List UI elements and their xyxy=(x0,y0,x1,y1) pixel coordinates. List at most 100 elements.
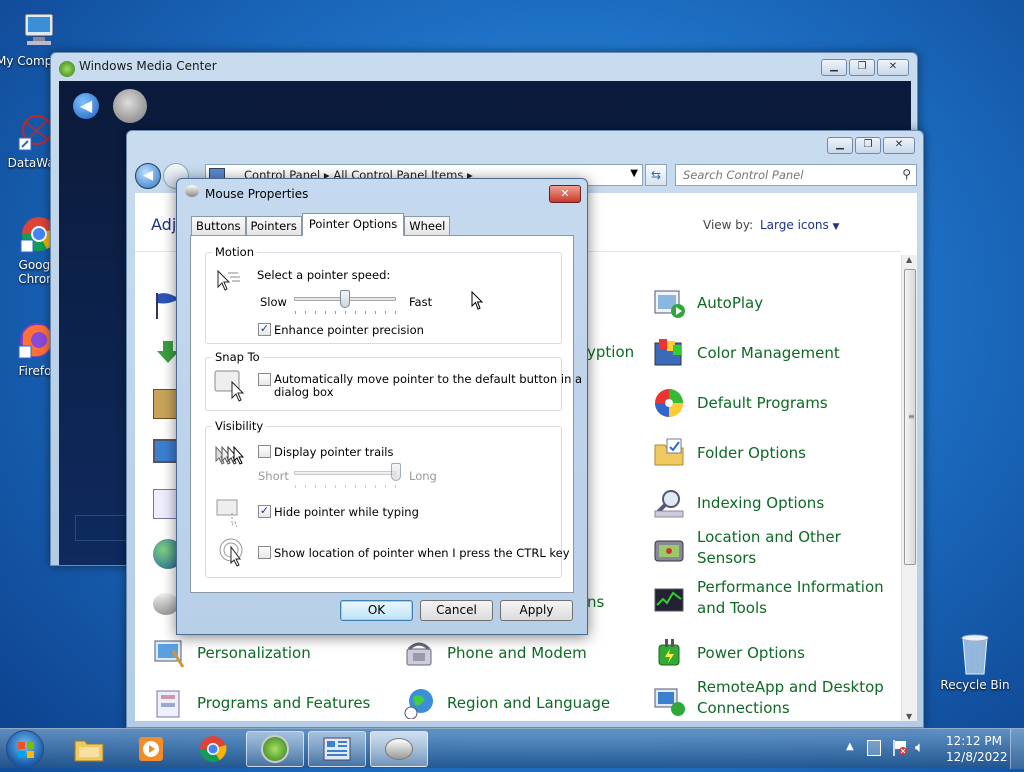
scroll-thumb[interactable]: ≡ xyxy=(904,269,916,565)
cp-item-label: Location and Other Sensors xyxy=(697,528,841,567)
clock-time[interactable]: 12:12 PM xyxy=(946,734,1002,748)
cp-item-label: Color Management xyxy=(697,343,840,362)
enhance-precision-checkbox[interactable]: ✓ xyxy=(258,323,271,336)
wmc-start-orb-icon[interactable] xyxy=(113,89,147,123)
cp-item-default-programs[interactable]: Default Programs xyxy=(653,387,828,419)
view-by-dropdown[interactable]: Large icons ▼ xyxy=(760,218,839,232)
close-button[interactable]: ✕ xyxy=(877,59,909,76)
minimize-button[interactable]: ▁ xyxy=(827,137,853,154)
firefox-icon xyxy=(15,320,55,360)
trails-slider-thumb[interactable] xyxy=(391,463,401,481)
action-center-flag-icon[interactable] xyxy=(892,739,908,760)
cp-scrollbar[interactable]: ▲ ≡ ▼ xyxy=(901,255,917,721)
view-by-label: View by: xyxy=(703,218,754,232)
cp-refresh-button[interactable]: ⇆ xyxy=(645,164,667,186)
indexing-options-icon xyxy=(653,487,685,519)
cp-back-button[interactable]: ◀ xyxy=(135,163,161,189)
speed-slider-thumb[interactable] xyxy=(340,290,350,308)
cp-item-folder-options[interactable]: Folder Options xyxy=(653,437,806,469)
speed-label: Select a pointer speed: xyxy=(257,268,391,282)
cp-title-buttons: ▁ ❐ ✕ xyxy=(827,137,915,154)
programs-features-icon xyxy=(153,687,185,719)
start-button[interactable] xyxy=(6,730,44,768)
minimize-button[interactable]: ▁ xyxy=(821,59,847,76)
network-icon[interactable] xyxy=(867,740,881,756)
pointer-speed-icon xyxy=(214,269,242,298)
apply-button[interactable]: Apply xyxy=(500,600,573,621)
maximize-button[interactable]: ❐ xyxy=(849,59,875,76)
cp-item-remoteapp[interactable]: RemoteApp and Desktop Connections xyxy=(653,677,897,719)
auto-snap-label: Automatically move pointer to the defaul… xyxy=(274,372,583,386)
control-panel-icon xyxy=(323,737,351,761)
cp-item-location-sensors[interactable]: Location and Other Sensors xyxy=(653,527,847,569)
trails-slider-track[interactable] xyxy=(294,471,396,475)
group-label: Visibility xyxy=(212,419,267,433)
taskbar-control-panel[interactable] xyxy=(308,731,366,767)
datawag-icon xyxy=(15,112,55,152)
cp-item-autoplay[interactable]: AutoPlay xyxy=(653,287,763,319)
dialog-tabs: Buttons Pointers Pointer Options Wheel xyxy=(191,213,451,236)
cp-item-label: Folder Options xyxy=(697,443,806,462)
scroll-up-icon[interactable]: ▲ xyxy=(906,255,912,264)
phone-modem-icon xyxy=(403,637,435,669)
wmc-title-buttons: ▁ ❐ ✕ xyxy=(821,59,909,76)
pointer-trails-checkbox[interactable] xyxy=(258,445,271,458)
close-button[interactable]: ✕ xyxy=(883,137,915,154)
taskbar-media-center[interactable] xyxy=(246,731,304,767)
default-programs-icon xyxy=(653,387,685,419)
auto-snap-checkbox[interactable] xyxy=(258,373,271,386)
desktop-icon-recycle-bin[interactable]: Recycle Bin xyxy=(940,630,1010,692)
clock-date[interactable]: 12/8/2022 xyxy=(946,750,1008,764)
show-desktop-button[interactable] xyxy=(1010,729,1024,769)
recycle-bin-icon xyxy=(955,630,995,675)
taskbar-chrome[interactable] xyxy=(184,731,242,767)
media-player-icon xyxy=(139,737,163,761)
cp-item-color-management[interactable]: Color Management xyxy=(653,337,840,369)
cp-item-personalization[interactable]: Personalization xyxy=(153,637,311,669)
cp-item-region-language[interactable]: Region and Language xyxy=(403,687,610,720)
cp-item-programs-features[interactable]: Programs and Features xyxy=(153,687,370,719)
mouse-icon xyxy=(185,185,199,197)
region-language-icon xyxy=(403,687,435,720)
cp-item-label: Phone and Modem xyxy=(447,643,587,662)
cp-item-performance[interactable]: Performance Information and Tools xyxy=(653,577,887,619)
wmc-title: Windows Media Center xyxy=(79,59,217,73)
wmc-back-icon[interactable]: ◀ xyxy=(73,93,99,119)
desktop-icon-label: Recycle Bin xyxy=(940,678,1010,692)
long-label: Long xyxy=(409,469,437,483)
ok-button[interactable]: OK xyxy=(340,600,413,621)
taskbar-explorer[interactable] xyxy=(60,731,118,767)
cp-item-label: Default Programs xyxy=(697,393,828,412)
tab-buttons[interactable]: Buttons xyxy=(191,216,246,236)
taskbar-mouse-properties[interactable] xyxy=(370,731,428,767)
personalization-icon xyxy=(153,637,185,669)
cp-item-power-options[interactable]: Power Options xyxy=(653,637,805,669)
chevron-down-icon[interactable]: ▼ xyxy=(630,168,638,179)
tab-pointer-options[interactable]: Pointer Options xyxy=(301,213,405,236)
tab-pointers[interactable]: Pointers xyxy=(245,216,302,236)
tab-wheel[interactable]: Wheel xyxy=(404,216,451,236)
partial-item-encryption[interactable]: yption xyxy=(587,343,634,361)
snap-to-group: Snap To Automatically move pointer to th… xyxy=(205,350,582,411)
taskbar-media-player[interactable] xyxy=(122,731,180,767)
partial-item-ns[interactable]: ns xyxy=(587,593,604,611)
cp-item-label: RemoteApp and Desktop Connections xyxy=(697,678,884,717)
cp-item-indexing-options[interactable]: Indexing Options xyxy=(653,487,824,519)
maximize-button[interactable]: ❐ xyxy=(855,137,881,154)
scroll-down-icon[interactable]: ▼ xyxy=(906,712,912,721)
hide-pointer-label: Hide pointer while typing xyxy=(274,505,419,519)
color-management-icon xyxy=(653,337,685,369)
mouse-icon xyxy=(385,738,413,760)
show-hidden-icons-button[interactable]: ▲ xyxy=(846,741,854,752)
cp-search-input[interactable]: Search Control Panel ⚲ xyxy=(675,164,917,186)
mouse-properties-dialog[interactable]: Mouse Properties ✕ Buttons Pointers Poin… xyxy=(176,178,588,635)
volume-icon[interactable]: 🔈︎ xyxy=(915,738,924,756)
wmc-logo-icon xyxy=(261,735,289,763)
cp-item-phone-modem[interactable]: Phone and Modem xyxy=(403,637,587,669)
auto-snap-label-line2: dialog box xyxy=(274,385,334,399)
dialog-close-button[interactable]: ✕ xyxy=(549,185,581,203)
hide-pointer-checkbox[interactable]: ✓ xyxy=(258,505,271,518)
group-label: Motion xyxy=(212,245,257,259)
ctrl-location-checkbox[interactable] xyxy=(258,546,271,559)
cancel-button[interactable]: Cancel xyxy=(420,600,493,621)
